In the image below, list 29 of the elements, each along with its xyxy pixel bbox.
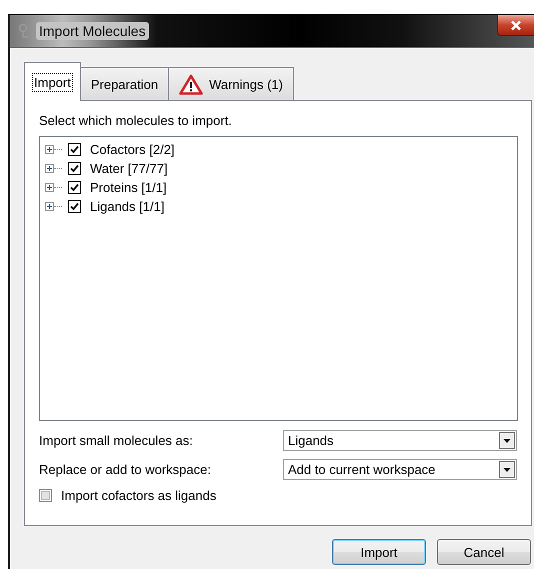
import-button[interactable]: Import	[332, 539, 426, 565]
field-label: Import small molecules as:	[39, 433, 194, 448]
checkbox-label: Import cofactors as ligands	[61, 488, 216, 503]
checkbox[interactable]	[68, 162, 81, 175]
field-label: Replace or add to workspace:	[39, 462, 212, 477]
tree-item[interactable]: Ligands [1/1]	[90, 199, 164, 214]
tab[interactable]: Import	[24, 62, 81, 101]
expand-icon[interactable]	[45, 164, 54, 173]
checkbox[interactable]	[68, 143, 81, 156]
expand-icon[interactable]	[45, 145, 54, 154]
expand-icon[interactable]	[45, 202, 54, 211]
warning-icon	[179, 74, 204, 94]
checkbox[interactable]	[68, 181, 81, 194]
tab[interactable]: Warnings (1)	[168, 67, 294, 100]
close-icon[interactable]	[510, 20, 522, 30]
close-button[interactable]	[497, 15, 534, 36]
checkbox[interactable]	[68, 200, 81, 213]
app-icon	[18, 23, 30, 39]
tree-item[interactable]: Proteins [1/1]	[90, 180, 167, 195]
dropdown[interactable]: Ligands	[283, 430, 517, 451]
checkbox[interactable]	[39, 489, 52, 502]
instruction-text: Select which molecules to import.	[39, 113, 232, 128]
expand-icon[interactable]	[45, 183, 54, 192]
tree-item[interactable]: Cofactors [2/2]	[90, 142, 175, 157]
dropdown[interactable]: Add to current workspace	[283, 459, 517, 480]
cancel-button[interactable]: Cancel	[437, 539, 531, 565]
tab[interactable]: Preparation	[80, 67, 170, 100]
window-title: Import Molecules	[36, 22, 149, 40]
tree-item[interactable]: Water [77/77]	[90, 161, 168, 176]
